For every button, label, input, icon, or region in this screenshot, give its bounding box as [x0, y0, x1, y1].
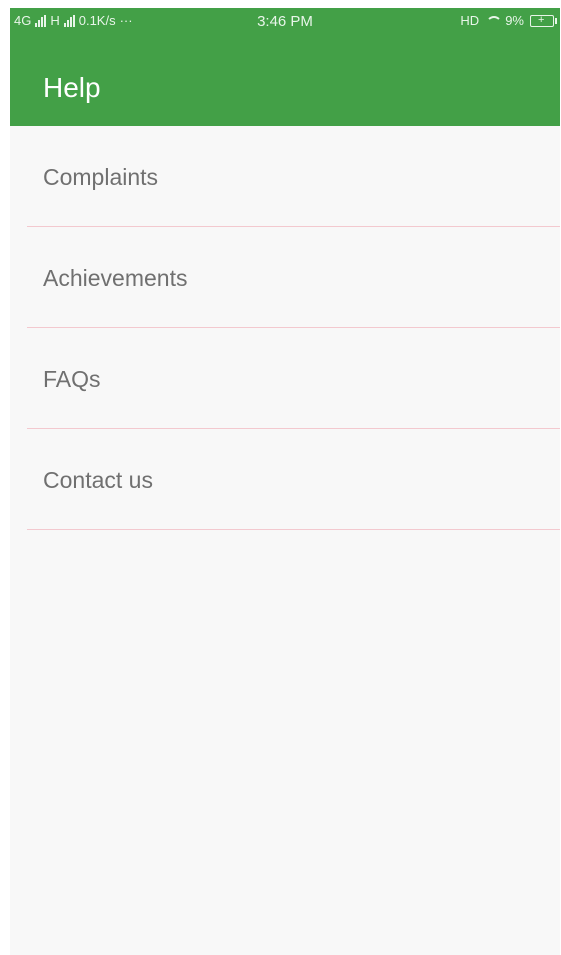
app-bar: 4G H 0.1K/s ··· 3:46 PM HD 9% + Help	[10, 8, 560, 126]
battery-icon: +	[530, 14, 557, 27]
menu-item-complaints[interactable]: Complaints	[27, 126, 560, 227]
menu-item-achievements[interactable]: Achievements	[27, 227, 560, 328]
phone-screen: 4G H 0.1K/s ··· 3:46 PM HD 9% + Help Com…	[10, 8, 560, 955]
page-title: Help	[43, 72, 101, 103]
menu-item-label: Complaints	[43, 164, 159, 190]
status-bar: 4G H 0.1K/s ··· 3:46 PM HD 9% +	[10, 8, 560, 42]
menu-item-label: Contact us	[43, 467, 153, 493]
help-menu-list: Complaints Achievements FAQs Contact us	[27, 126, 560, 530]
volte-icon: HD	[460, 13, 480, 28]
wifi-icon	[485, 15, 503, 27]
battery-percent: 9%	[505, 13, 524, 28]
menu-item-label: Achievements	[43, 265, 188, 291]
menu-item-faqs[interactable]: FAQs	[27, 328, 560, 429]
menu-item-label: FAQs	[43, 366, 101, 392]
status-right: HD 9% +	[460, 13, 557, 28]
menu-item-contact-us[interactable]: Contact us	[27, 429, 560, 530]
